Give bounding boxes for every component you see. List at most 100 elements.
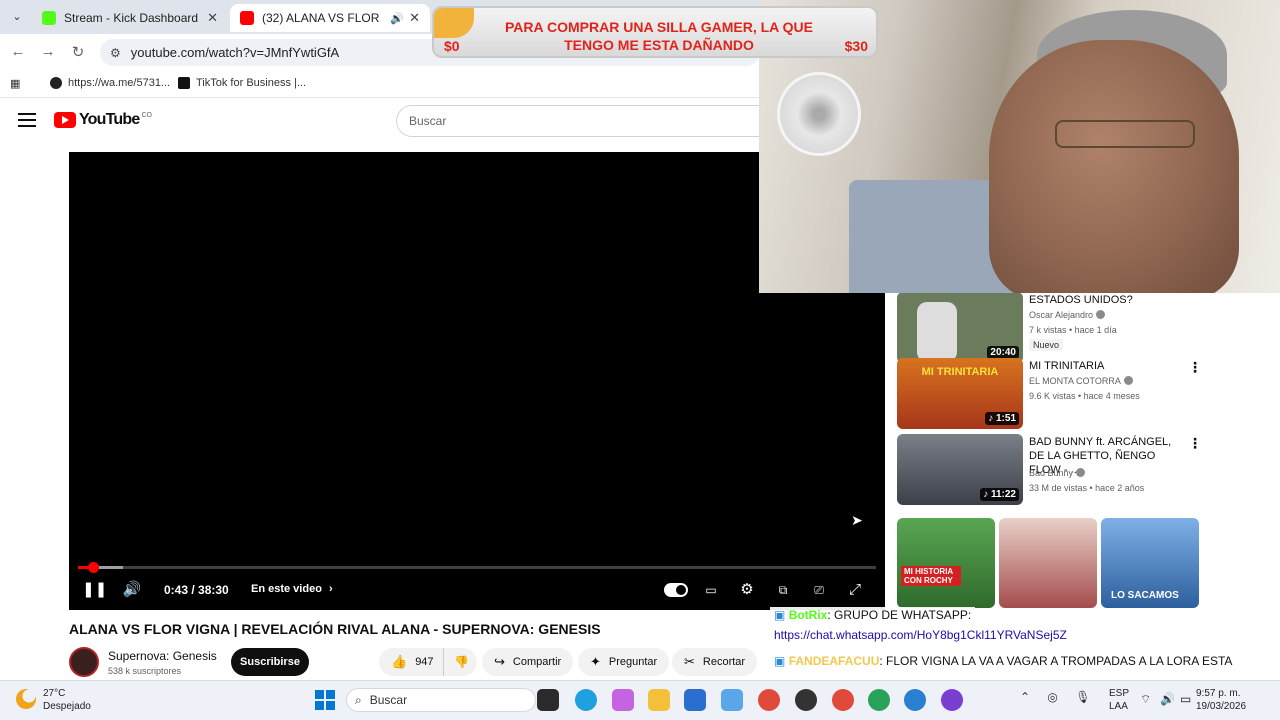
windows-start-icon[interactable] — [315, 690, 335, 710]
task-view-icon[interactable] — [537, 689, 559, 711]
channel-name[interactable]: Supernova: Genesis — [108, 649, 217, 663]
user-badge-icon: ▣ — [774, 654, 786, 668]
tab-youtube-video[interactable]: (32) ALANA VS FLOR VIGNA 🔊 ✕ — [230, 4, 430, 32]
volume-icon[interactable]: 🔊 — [122, 580, 142, 600]
clip-label: Recortar — [702, 656, 746, 668]
fullscreen-icon[interactable]: ⤢ — [845, 580, 865, 600]
weather-temperature[interactable]: 27°C — [43, 688, 65, 699]
more-options-icon[interactable]: ⋮ — [1188, 435, 1202, 452]
globe-icon — [50, 77, 62, 89]
youtube-wordmark: YouTube — [79, 111, 140, 128]
cast-icon[interactable]: ⎚ — [809, 580, 829, 600]
progress-scrubber[interactable] — [88, 562, 99, 573]
duration-text: 11:22 — [990, 489, 1016, 500]
tab-search-dropdown-icon[interactable]: ⌄ — [8, 8, 26, 26]
short-thumbnail[interactable] — [999, 518, 1097, 608]
channel-label: Bad Bunny — [1029, 468, 1074, 478]
mouse-cursor-icon: ➤ — [851, 512, 863, 528]
bookmark-whatsapp[interactable]: https://wa.me/5731... — [50, 77, 170, 89]
short-thumbnail[interactable]: MI HISTORIA CON ROCHY — [897, 518, 995, 608]
notepad-icon[interactable] — [721, 689, 743, 711]
chrome-icon[interactable] — [758, 689, 780, 711]
short-caption: LO SACAMOS — [1111, 590, 1179, 601]
language-indicator[interactable]: ESP — [1109, 688, 1129, 699]
more-options-icon[interactable]: ⋮ — [1188, 359, 1202, 376]
rec-title[interactable]: ESTADOS UNIDOS? — [1029, 293, 1179, 307]
volume-icon[interactable]: 🔊 — [1160, 692, 1175, 706]
rec-channel[interactable]: Oscar Alejandro — [1029, 310, 1106, 320]
bookmark-tiktok[interactable]: TikTok for Business |... — [178, 77, 306, 89]
chat-text: : GRUPO DE WHATSAPP: — [827, 608, 972, 622]
apps-grid-icon[interactable]: ▦ — [10, 77, 20, 90]
edge-icon[interactable] — [575, 689, 597, 711]
chat-link[interactable]: https://chat.whatsapp.com/HoY8bg1Ckl11YR… — [770, 627, 1071, 643]
scissors-icon: ✂ — [684, 654, 695, 669]
like-button[interactable]: 👍 947 — [379, 648, 443, 676]
search-icon: ⌕ — [355, 692, 362, 707]
rec-thumbnail[interactable]: 20:40 — [897, 292, 1023, 363]
chrome-profile-icon[interactable] — [868, 689, 890, 711]
microphone-icon[interactable]: 🎙 — [1075, 690, 1090, 704]
chapters-button[interactable]: En este video › — [251, 583, 333, 595]
pause-icon[interactable]: ❚❚ — [82, 580, 107, 600]
video-duration: ♪ 11:22 — [980, 488, 1019, 501]
tab-kick-dashboard[interactable]: Stream - Kick Dashboard ✕ — [32, 4, 228, 32]
subtitles-icon[interactable]: ▭ — [701, 580, 721, 600]
rec-channel[interactable]: Bad Bunny — [1029, 468, 1086, 478]
app-icon[interactable] — [941, 689, 963, 711]
short-thumbnail[interactable]: LO SACAMOS — [1101, 518, 1199, 608]
network-icon[interactable]: ◎ — [1047, 690, 1057, 704]
settings-icon[interactable]: ⚙ — [737, 580, 757, 600]
wifi-icon[interactable]: ⌔ — [1140, 692, 1151, 707]
close-tab-icon[interactable]: ✕ — [409, 10, 420, 26]
chrome-profile-icon[interactable] — [832, 689, 854, 711]
taskbar-search[interactable]: ⌕ Buscar — [346, 688, 536, 712]
share-button[interactable]: ↪ Compartir — [482, 648, 574, 676]
share-icon: ↪ — [494, 654, 505, 669]
chrome-profile-icon[interactable] — [904, 689, 926, 711]
chapter-label: En este video — [251, 583, 322, 595]
reload-icon[interactable]: ↻ — [68, 43, 88, 61]
clip-button[interactable]: ✂ Recortar — [672, 648, 758, 676]
dislike-icon: 👎 — [454, 655, 469, 669]
rec-channel[interactable]: EL MONTA COTORRA — [1029, 376, 1133, 386]
site-info-icon[interactable]: ⚙ — [110, 46, 121, 60]
file-explorer-icon[interactable] — [648, 689, 670, 711]
rec-thumbnail[interactable]: MI TRINITARIA ♪ 1:51 — [897, 358, 1023, 429]
forward-arrow-icon[interactable]: → — [38, 43, 58, 60]
like-icon: 👍 — [391, 654, 408, 669]
thumbnail-caption: MI TRINITARIA — [921, 366, 999, 378]
youtube-logo[interactable]: YouTube CO — [54, 111, 152, 129]
sparkle-icon: ✦ — [590, 654, 601, 669]
channel-avatar[interactable] — [69, 647, 99, 677]
obs-icon[interactable] — [795, 689, 817, 711]
dislike-button[interactable]: 👎 — [443, 648, 477, 676]
clock-time[interactable]: 9:57 p. m. — [1196, 688, 1240, 699]
store-icon[interactable] — [684, 689, 706, 711]
keyboard-layout-indicator[interactable]: LAA — [1109, 701, 1128, 712]
moon-weather-icon[interactable] — [16, 689, 36, 709]
back-arrow-icon[interactable]: ← — [8, 43, 28, 60]
copilot-icon[interactable] — [612, 689, 634, 711]
miniplayer-icon[interactable]: ⧉ — [773, 580, 793, 600]
short-caption: MI HISTORIA CON ROCHY — [901, 566, 961, 586]
autoplay-toggle[interactable] — [664, 583, 688, 597]
progress-bar[interactable] — [78, 566, 876, 569]
verified-icon — [1123, 376, 1133, 385]
clock-date[interactable]: 19/03/2026 — [1196, 701, 1246, 712]
system-tray[interactable]: ⌃ ◎ 🎙 — [1020, 690, 1090, 704]
weather-description[interactable]: Despejado — [43, 701, 91, 712]
battery-icon[interactable]: ▭ — [1180, 692, 1191, 706]
rec-title[interactable]: MI TRINITARIA — [1029, 359, 1179, 373]
chevron-up-icon[interactable]: ⌃ — [1020, 690, 1030, 704]
donation-goal-banner: PARA COMPRAR UNA SILLA GAMER, LA QUE TEN… — [432, 6, 878, 58]
subscribe-button[interactable]: Suscribirse — [231, 648, 309, 676]
close-tab-icon[interactable]: ✕ — [207, 10, 218, 26]
ask-button[interactable]: ✦ Preguntar — [578, 648, 670, 676]
youtube-search-input[interactable]: Buscar — [396, 105, 760, 137]
audio-playing-icon[interactable]: 🔊 — [390, 12, 404, 25]
menu-hamburger-icon[interactable] — [18, 113, 36, 127]
rec-thumbnail[interactable]: ♪ 11:22 — [897, 434, 1023, 505]
ask-label: Preguntar — [608, 656, 658, 668]
like-count: 947 — [415, 656, 434, 668]
